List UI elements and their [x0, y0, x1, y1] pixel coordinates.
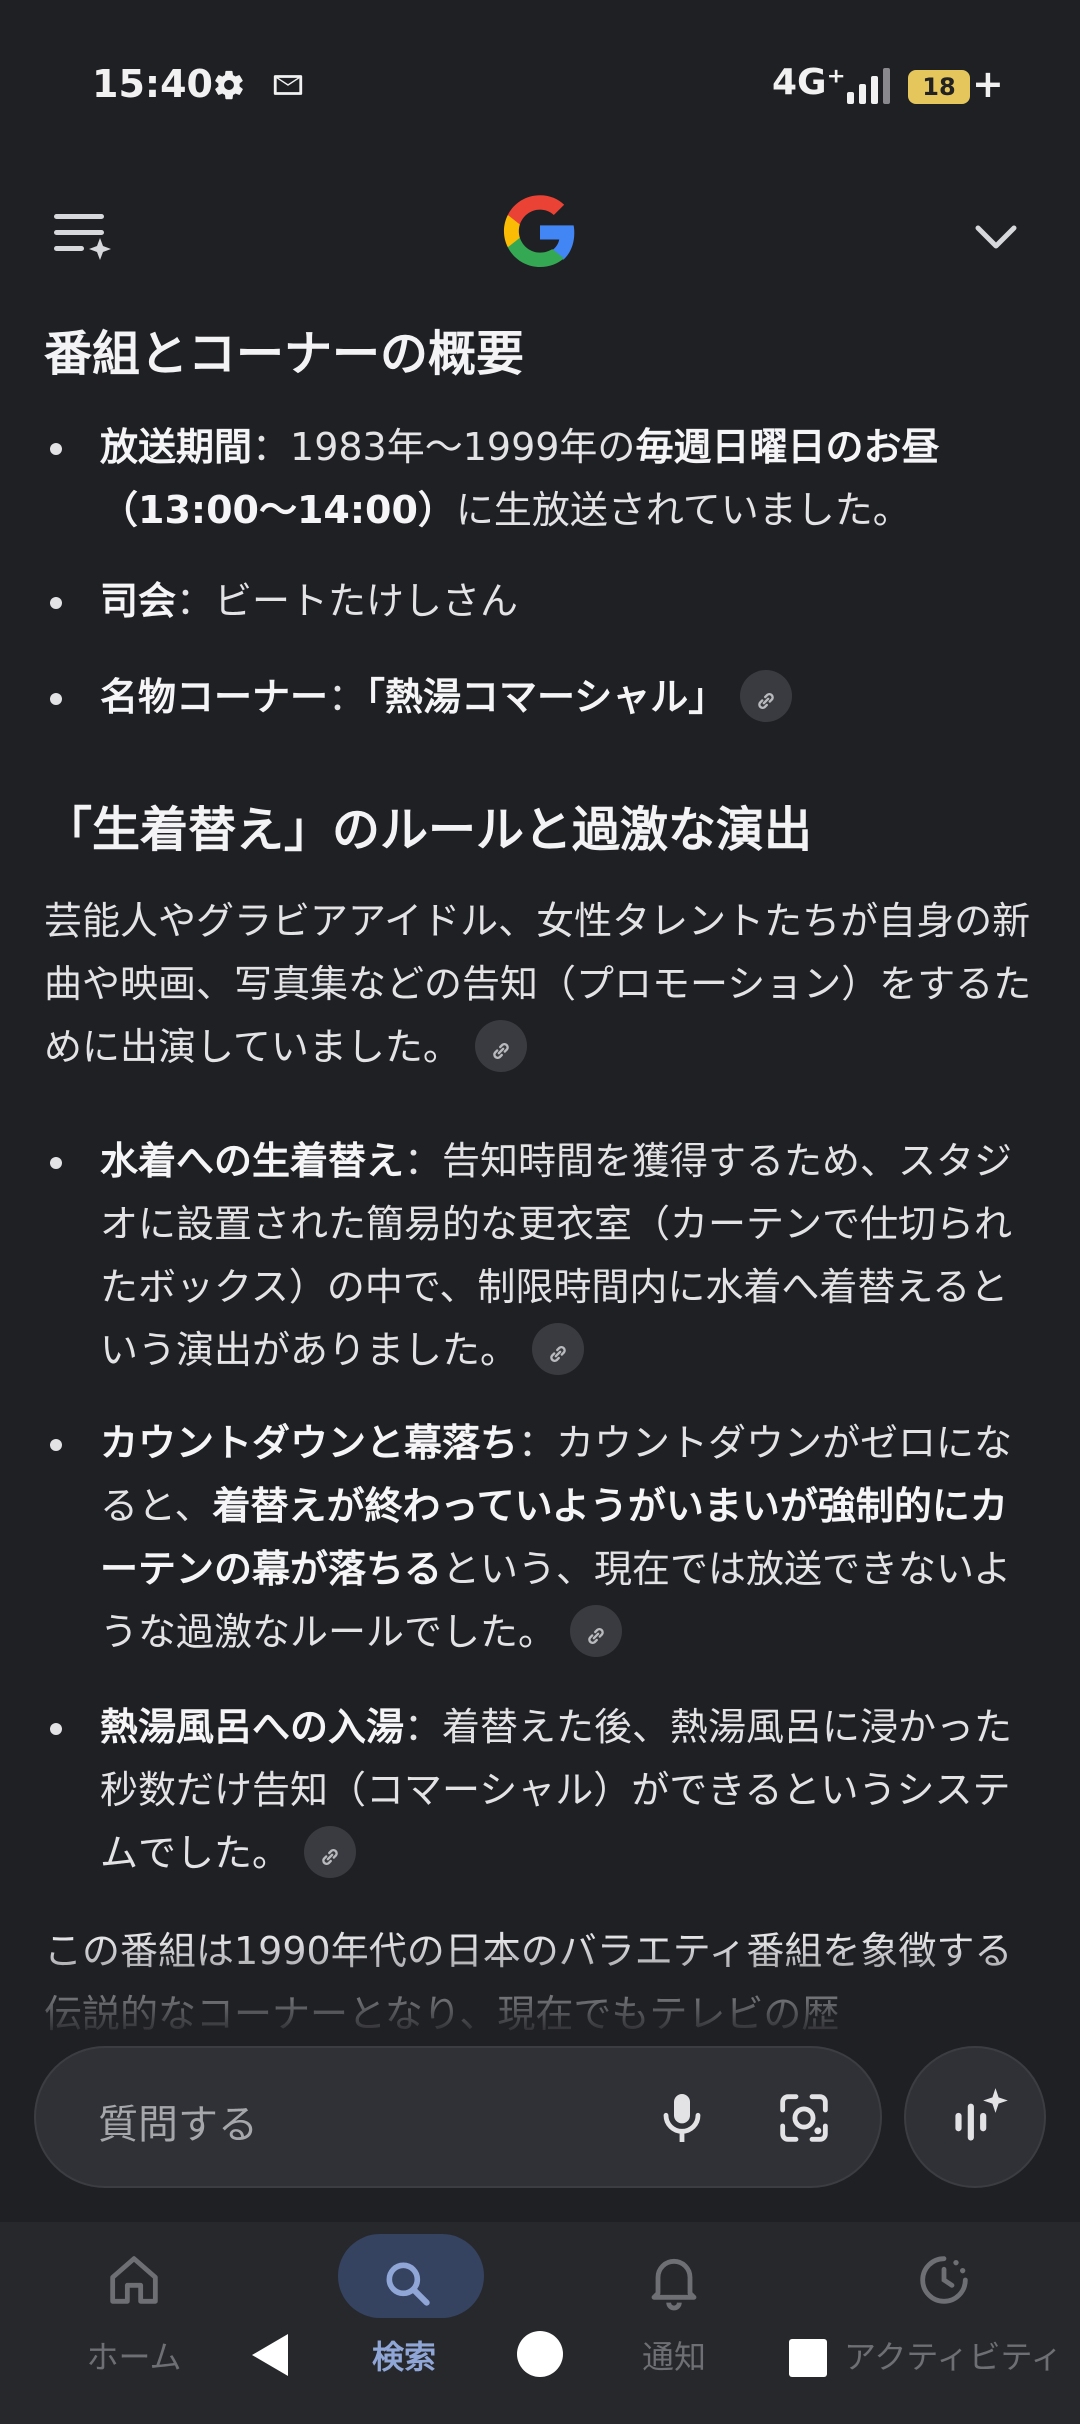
- source-link-button[interactable]: [304, 1825, 357, 1878]
- nav-search[interactable]: 検索: [304, 2222, 504, 2424]
- content-fade-overlay: [0, 1940, 1080, 2040]
- status-bar: 15:40 4G⁺ 18 +: [0, 0, 1080, 170]
- bullet-famous-corner: 名物コーナー：「熱湯コマーシャル」: [50, 666, 1030, 729]
- battery-charging: +: [972, 62, 1004, 106]
- microphone-icon[interactable]: [650, 2086, 714, 2150]
- mail-icon: [273, 75, 303, 95]
- bell-icon: [651, 2258, 697, 2311]
- voice-sparkle-icon: [955, 2088, 1008, 2141]
- top-app-bar: [0, 180, 1080, 290]
- link-icon: [322, 1848, 338, 1865]
- nav-home[interactable]: ホーム: [34, 2222, 234, 2424]
- nav-notifications[interactable]: 通知: [574, 2222, 774, 2424]
- home-icon: [110, 2256, 158, 2304]
- bullet-countdown-curtain: カウントダウンと幕落ち：カウントダウンがゼロになると、着替えが終わっていようがい…: [50, 1412, 1030, 1664]
- rules-intro-paragraph: 芸能人やグラビアアイドル、女性タレントたちが自身の新曲や映画、写真集などの告知（…: [44, 890, 1034, 1079]
- activity-history-icon: [920, 2256, 968, 2304]
- section-heading-rules: 「生着替え」のルールと過激な演出: [44, 802, 813, 858]
- chevron-down-icon[interactable]: [968, 208, 1024, 264]
- ask-input-bar[interactable]: 質問する: [34, 2046, 882, 2188]
- bullet-swimsuit-change: 水着への生着替え：告知時間を獲得するため、スタジオに設置された簡易的な更衣室（カ…: [50, 1130, 1030, 1382]
- system-recents-icon[interactable]: [788, 2338, 828, 2378]
- answer-content: 番組とコーナーの概要 放送期間：1983年〜1999年の毎週日曜日のお昼（13:…: [0, 300, 1080, 2040]
- link-icon: [588, 1627, 604, 1644]
- clock: 15:40: [92, 62, 213, 106]
- ask-input-placeholder[interactable]: 質問する: [98, 2092, 258, 2150]
- ai-mode-button[interactable]: [904, 2046, 1046, 2188]
- section-heading-overview: 番組とコーナーの概要: [44, 326, 525, 382]
- signal-strength-icon: [847, 68, 890, 104]
- battery-indicator: 18: [908, 70, 970, 104]
- link-icon: [550, 1345, 566, 1362]
- bullet-host: 司会：ビートたけしさん: [50, 570, 1030, 633]
- search-icon: [386, 2262, 430, 2306]
- camera-lens-icon[interactable]: [772, 2086, 836, 2150]
- source-link-button[interactable]: [740, 669, 793, 722]
- system-home-icon[interactable]: [516, 2330, 564, 2378]
- source-link-button[interactable]: [570, 1604, 623, 1657]
- bullet-hot-bath: 熱湯風呂への入湯：着替えた後、熱湯風呂に浸かった秒数だけ告知（コマーシャル）がで…: [50, 1696, 1030, 1885]
- nav-activity[interactable]: アクティビティ: [844, 2222, 1063, 2424]
- settings-gear-icon: [215, 70, 243, 100]
- bullet-broadcast-period: 放送期間：1983年〜1999年の毎週日曜日のお昼（13:00〜14:00）に生…: [50, 416, 1030, 542]
- link-icon: [493, 1042, 509, 1059]
- system-back-icon[interactable]: [248, 2330, 292, 2380]
- menu-sparkle-icon[interactable]: [50, 202, 114, 266]
- source-link-button[interactable]: [474, 1019, 527, 1072]
- network-type: 4G⁺: [772, 62, 846, 103]
- bottom-navigation: ホーム 検索 通知 アクティビティ: [0, 2222, 1080, 2424]
- google-g-logo[interactable]: [498, 190, 582, 274]
- link-icon: [758, 692, 775, 709]
- source-link-button[interactable]: [532, 1322, 585, 1375]
